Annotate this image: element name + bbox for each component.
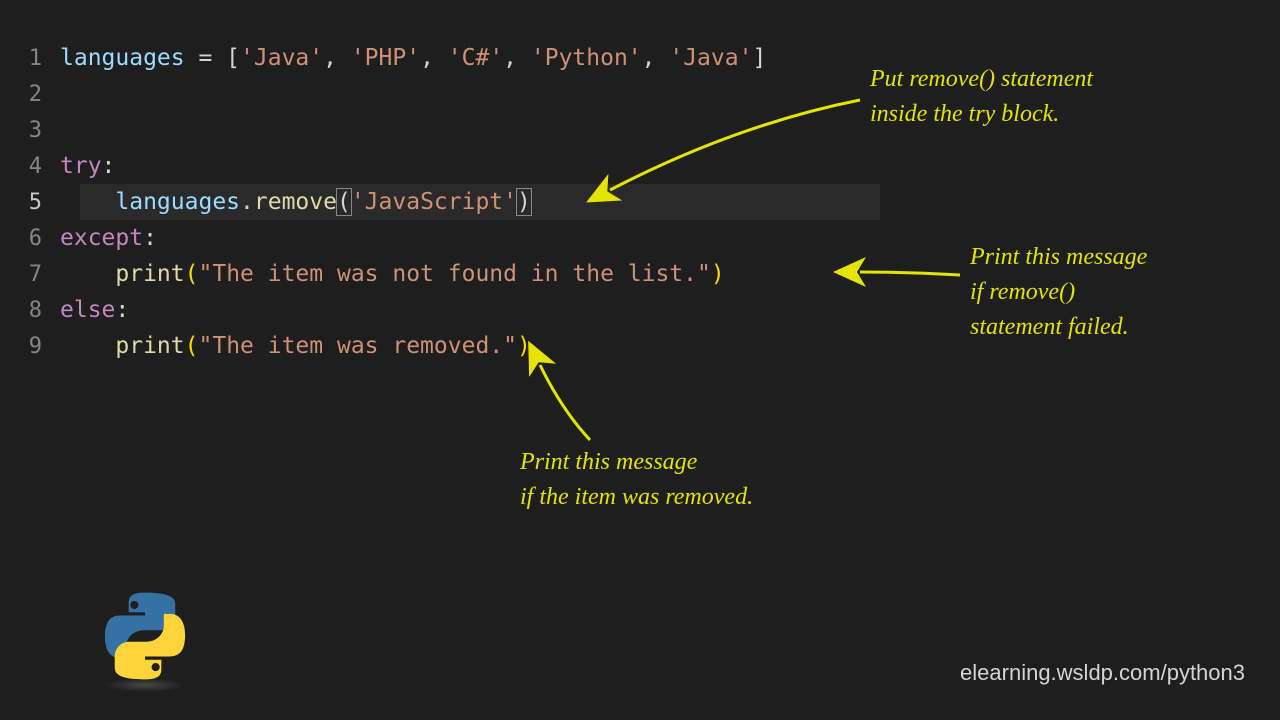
- code-content: languages.remove('JavaScript'): [60, 189, 531, 215]
- line-number: 8: [20, 298, 60, 323]
- annotation-except: Print this message if remove() statement…: [970, 240, 1250, 344]
- line-number: 1: [20, 46, 60, 71]
- code-line: 4 try:: [20, 148, 1260, 184]
- source-url: elearning.wsldp.com/python3: [960, 660, 1245, 686]
- line-number: 4: [20, 154, 60, 179]
- code-content: languages = ['Java', 'PHP', 'C#', 'Pytho…: [60, 45, 766, 71]
- annotation-try-block: Put remove() statement inside the try bl…: [870, 62, 1230, 132]
- code-content: print("The item was removed."): [60, 333, 531, 359]
- code-content: else:: [60, 297, 129, 323]
- python-logo-icon: [100, 586, 190, 686]
- line-number: 6: [20, 226, 60, 251]
- line-number: 9: [20, 334, 60, 359]
- code-content: try:: [60, 153, 115, 179]
- line-number: 2: [20, 82, 60, 107]
- line-number: 3: [20, 118, 60, 143]
- annotation-else: Print this message if the item was remov…: [520, 445, 900, 515]
- code-content: print("The item was not found in the lis…: [60, 261, 725, 287]
- code-content: except:: [60, 225, 157, 251]
- line-number: 7: [20, 262, 60, 287]
- line-number: 5: [20, 190, 60, 215]
- code-line-active: 5 languages.remove('JavaScript'): [20, 184, 1260, 220]
